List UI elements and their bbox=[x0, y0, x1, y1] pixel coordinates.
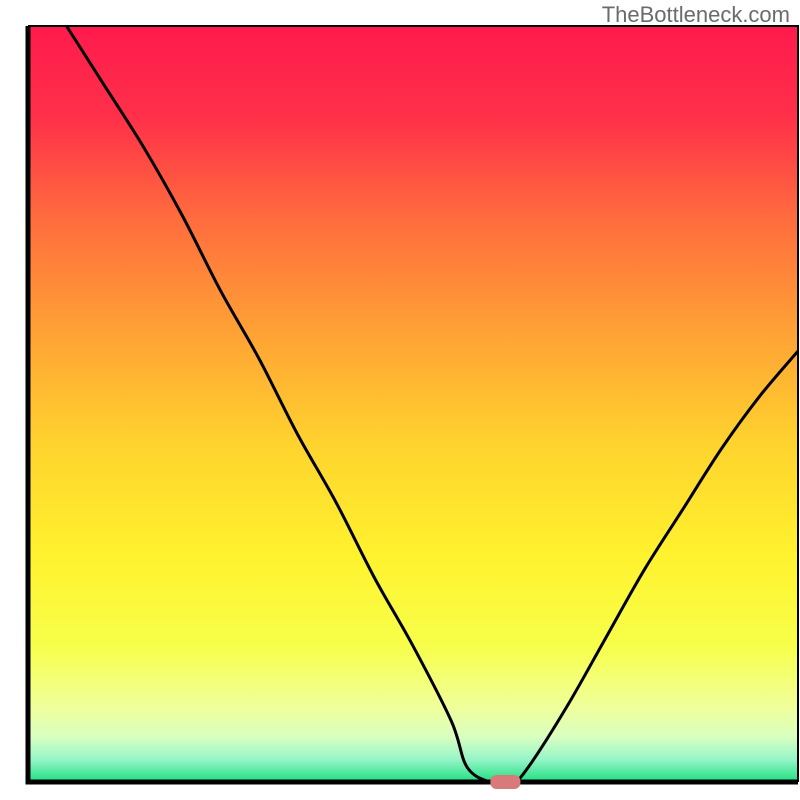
chart-container: TheBottleneck.com bbox=[0, 0, 800, 800]
optimal-marker bbox=[490, 775, 520, 789]
plot-background bbox=[28, 26, 798, 782]
bottleneck-chart bbox=[0, 0, 800, 800]
watermark: TheBottleneck.com bbox=[602, 2, 790, 28]
